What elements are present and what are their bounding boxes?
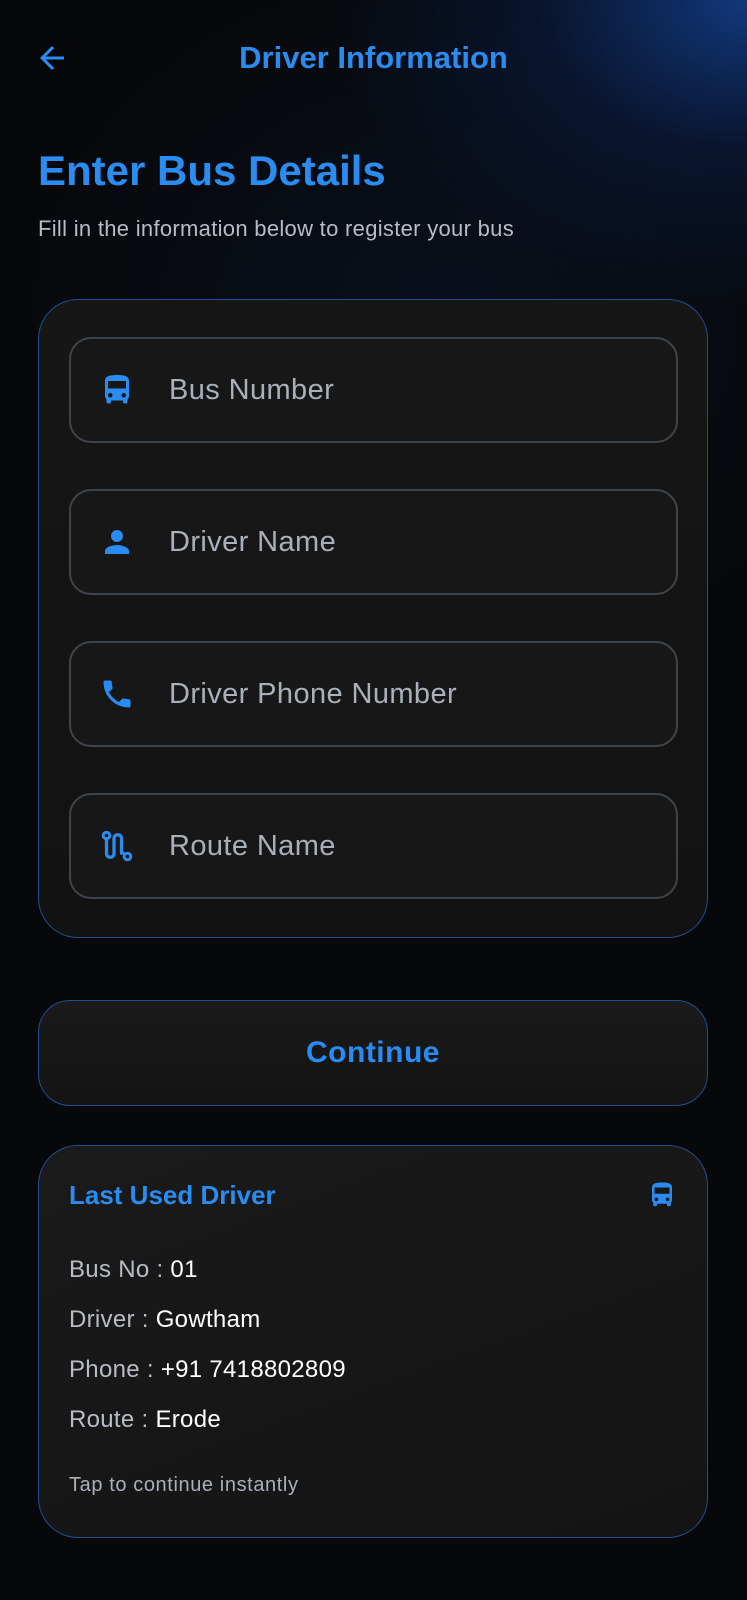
- driver-phone-field[interactable]: [69, 641, 678, 747]
- route-name-field[interactable]: [69, 793, 678, 899]
- info-label: Driver: [69, 1306, 135, 1333]
- bus-icon: [97, 370, 137, 410]
- info-row-phone: Phone : +91 7418802809: [69, 1356, 346, 1383]
- continue-button[interactable]: Continue: [38, 1000, 708, 1106]
- bus-icon: [652, 1182, 672, 1207]
- page-heading: Enter Bus Details: [38, 147, 386, 194]
- info-value: 01: [170, 1256, 198, 1283]
- info-value: Erode: [155, 1406, 221, 1433]
- last-used-title: Last Used Driver: [69, 1180, 276, 1210]
- route-icon: [97, 826, 137, 866]
- info-value: Gowtham: [155, 1306, 261, 1333]
- info-row-driver: Driver : Gowtham: [69, 1306, 261, 1333]
- app-header: Driver Information: [0, 0, 747, 115]
- bus-number-field[interactable]: [69, 337, 678, 443]
- tap-hint: Tap to continue instantly: [69, 1474, 299, 1496]
- phone-icon: [97, 674, 137, 714]
- route-name-input[interactable]: [169, 829, 639, 863]
- bus-details-form: [38, 299, 708, 938]
- header-title: Driver Information: [239, 40, 508, 75]
- driver-name-field[interactable]: [69, 489, 678, 595]
- driver-phone-input[interactable]: [169, 677, 639, 711]
- info-label: Phone: [69, 1356, 140, 1383]
- page-subtitle: Fill in the information below to registe…: [38, 216, 514, 241]
- person-icon: [97, 522, 137, 562]
- info-row-route: Route : Erode: [69, 1406, 221, 1433]
- info-label: Route: [69, 1406, 135, 1433]
- info-value: +91 7418802809: [160, 1356, 346, 1383]
- info-label: Bus No: [69, 1256, 150, 1283]
- info-row-bus-no: Bus No : 01: [69, 1256, 198, 1283]
- driver-name-input[interactable]: [169, 525, 639, 559]
- last-used-driver-card[interactable]: Last Used Driver Bus No : 01 Driver : Go…: [38, 1145, 708, 1538]
- bus-number-input[interactable]: [169, 373, 639, 407]
